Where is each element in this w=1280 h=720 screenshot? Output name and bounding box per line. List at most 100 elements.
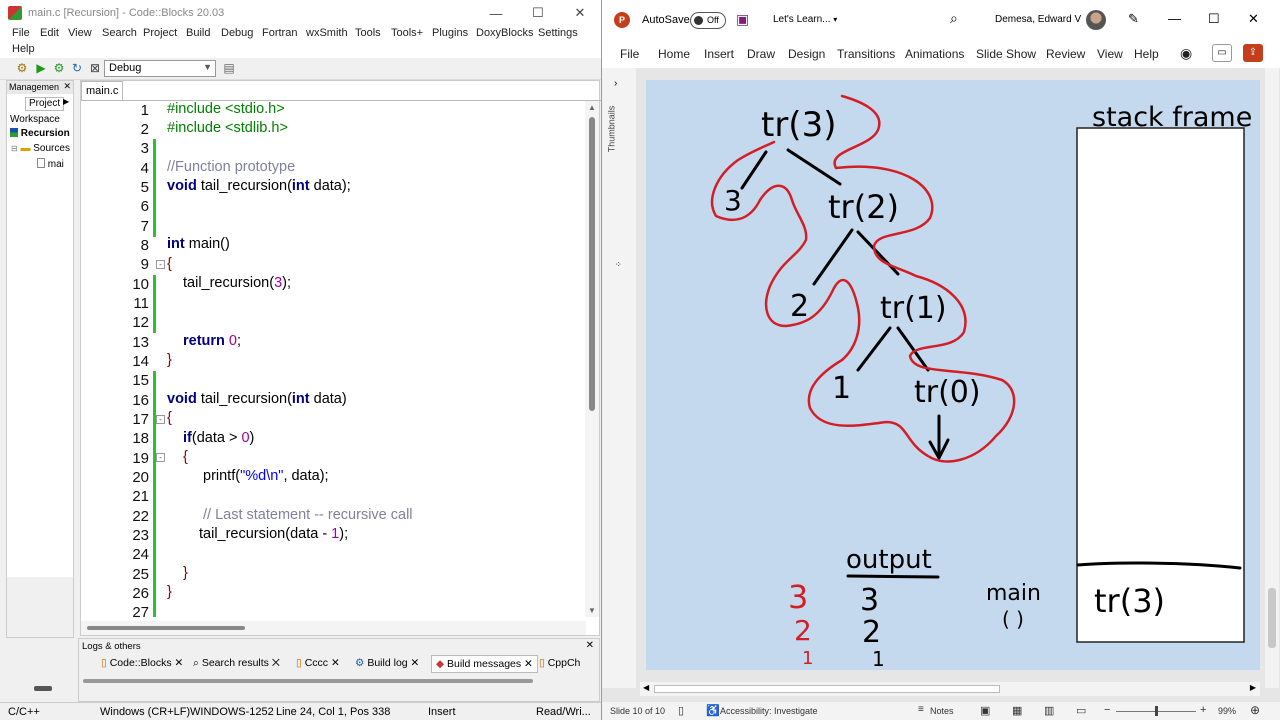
menu-settings[interactable]: Settings [538, 27, 578, 39]
tree-sources[interactable]: ⊟ ▬ Sources [11, 143, 70, 154]
ribbon-tab-file[interactable]: File [620, 47, 639, 61]
run-icon[interactable]: ▶ [34, 61, 48, 75]
menu-wxsmith[interactable]: wxSmith [306, 27, 348, 39]
minimize-button[interactable]: — [1168, 11, 1181, 26]
notes-page-icon[interactable]: ▯ [678, 704, 684, 717]
code-editor[interactable]: main.c 1 2 3 4 5 6 7 8 9 10 11 12 13 14 … [80, 80, 601, 636]
build-run-icon[interactable]: ⚙ [52, 61, 66, 75]
log-tab-search-results[interactable]: ⌕ Search results ✕ [189, 655, 284, 673]
abort-icon[interactable]: ⊠ [88, 61, 102, 75]
share-icon[interactable]: ⇪ [1243, 44, 1263, 62]
status-zoom[interactable]: 99% [1218, 706, 1236, 716]
ribbon-tab-view[interactable]: View [1097, 47, 1123, 61]
slideshow-icon[interactable]: ▭ [1076, 704, 1086, 717]
menu-plugins[interactable]: Plugins [432, 27, 468, 39]
record-icon[interactable]: ◉ [1180, 45, 1192, 62]
ribbon-tab-animations[interactable]: Animations [905, 47, 964, 61]
scroll-up-icon[interactable]: ▲ [588, 103, 596, 112]
zoom-slider-thumb[interactable] [1155, 706, 1158, 716]
zoom-in-icon[interactable]: + [1200, 704, 1206, 716]
target-options-icon[interactable]: ▤ [222, 61, 236, 75]
menu-project[interactable]: Project [143, 27, 177, 39]
comments-icon[interactable]: ▭ [1212, 44, 1232, 62]
log-tab-cccc[interactable]: ▯ Cccc ✕ [292, 655, 344, 673]
scrollbar-thumb[interactable] [589, 117, 595, 411]
close-button[interactable]: ✕ [1248, 11, 1259, 27]
maximize-button[interactable]: ☐ [517, 5, 559, 21]
menu-debug[interactable]: Debug [221, 27, 253, 39]
status-notes[interactable]: Notes [930, 706, 954, 716]
tree-file-main[interactable]: mai [37, 158, 64, 170]
fold-marker-icon[interactable]: - [156, 260, 165, 269]
search-icon[interactable]: ⌕ [950, 10, 958, 27]
menu-edit[interactable]: Edit [40, 27, 59, 39]
close-button[interactable]: ✕ [559, 5, 601, 21]
close-icon[interactable]: ✕ [586, 640, 594, 651]
menu-tools[interactable]: Tools [355, 27, 381, 39]
fit-slide-icon[interactable]: ⊕ [1250, 703, 1260, 717]
logs-scrollbar[interactable] [83, 679, 533, 683]
ribbon-tab-review[interactable]: Review [1046, 47, 1085, 61]
horizontal-scrollbar[interactable] [81, 621, 586, 635]
maximize-button[interactable]: ☐ [1208, 11, 1220, 27]
ribbon-tab-slide-show[interactable]: Slide Show [976, 47, 1036, 61]
log-tab-build-messages[interactable]: ◆ Build messages ✕ [431, 655, 538, 673]
notes-icon[interactable]: ≡ [918, 704, 924, 715]
menu-fortran[interactable]: Fortran [262, 27, 297, 39]
tab-projects[interactable]: Project [25, 97, 65, 111]
reading-view-icon[interactable]: ▥ [1044, 704, 1054, 717]
scrollbar-thumb[interactable] [1268, 588, 1276, 648]
menu-build[interactable]: Build [186, 27, 210, 39]
scroll-left-icon[interactable]: ◀ [643, 683, 649, 692]
menu-help[interactable]: Help [12, 43, 35, 55]
tab-scroll-right-icon[interactable]: ▶ [63, 97, 69, 106]
ribbon-tab-design[interactable]: Design [788, 47, 825, 61]
h-scrollbar-thumb[interactable] [654, 685, 1000, 693]
thumbnails-handle-icon[interactable]: ⁘ [615, 260, 622, 269]
tree-workspace[interactable]: Workspace [10, 114, 60, 125]
ribbon-tab-help[interactable]: Help [1134, 47, 1159, 61]
pen-icon[interactable]: ✎ [1128, 11, 1139, 27]
normal-view-icon[interactable]: ▣ [980, 704, 990, 717]
build-target-select[interactable]: Debug ▼ [104, 60, 216, 77]
ribbon-tab-insert[interactable]: Insert [704, 47, 734, 61]
autosave-toggle[interactable]: Off [690, 12, 726, 29]
build-gear-icon[interactable]: ⚙ [15, 61, 29, 75]
slide-horizontal-scrollbar[interactable]: ◀ ▶ [640, 682, 1260, 696]
zoom-out-icon[interactable]: − [1104, 704, 1110, 716]
code-line: #include <stdlib.h> [167, 120, 288, 136]
scroll-down-icon[interactable]: ▼ [588, 606, 596, 615]
document-title[interactable]: Let's Learn... ▾ [773, 14, 837, 25]
menu-view[interactable]: View [68, 27, 92, 39]
menu-doxyblocks[interactable]: DoxyBlocks [476, 27, 533, 39]
accessibility-icon[interactable]: ♿ [706, 704, 720, 717]
save-icon[interactable]: ▣ [736, 11, 749, 28]
slide-sorter-icon[interactable]: ▦ [1012, 704, 1022, 717]
fold-marker-icon[interactable]: - [156, 415, 165, 424]
minimize-button[interactable]: — [475, 6, 517, 21]
tree-expand-icon[interactable]: ⊟ [11, 144, 18, 153]
ribbon-tab-draw[interactable]: Draw [747, 47, 775, 61]
log-tab-cppcheck[interactable]: ▯ CppCh [535, 655, 584, 673]
log-tab-build-log[interactable]: ⚙ Build log ✕ [351, 655, 423, 673]
vertical-scrollbar[interactable]: ▲ ▼ [585, 101, 599, 617]
avatar[interactable] [1086, 10, 1106, 30]
ribbon-tab-home[interactable]: Home [658, 47, 690, 61]
ribbon-tab-transitions[interactable]: Transitions [837, 47, 895, 61]
menu-search[interactable]: Search [102, 27, 137, 39]
log-tab-codeblocks[interactable]: ▯ Code::Blocks ✕ [97, 655, 187, 673]
rebuild-icon[interactable]: ↻ [70, 61, 84, 75]
tree-project-recursion[interactable]: Recursion [10, 128, 70, 139]
expand-thumbnails-icon[interactable]: › [614, 78, 617, 89]
editor-tab-main-c[interactable]: main.c [81, 81, 123, 100]
menu-tools-plus[interactable]: Tools+ [391, 27, 423, 39]
slide-vertical-scrollbar[interactable] [1265, 68, 1279, 688]
menu-file[interactable]: File [12, 27, 30, 39]
scroll-right-icon[interactable]: ▶ [1250, 683, 1256, 692]
h-scrollbar-thumb[interactable] [87, 626, 245, 630]
slide-canvas[interactable]: tr(3) 3 tr(2) 2 tr(1) 1 tr(0) stack fram… [646, 80, 1260, 671]
fold-marker-icon[interactable]: - [156, 453, 165, 462]
status-accessibility[interactable]: Accessibility: Investigate [720, 706, 818, 716]
management-scroll-thumb[interactable] [34, 686, 52, 691]
close-icon[interactable]: ✕ [63, 81, 71, 92]
